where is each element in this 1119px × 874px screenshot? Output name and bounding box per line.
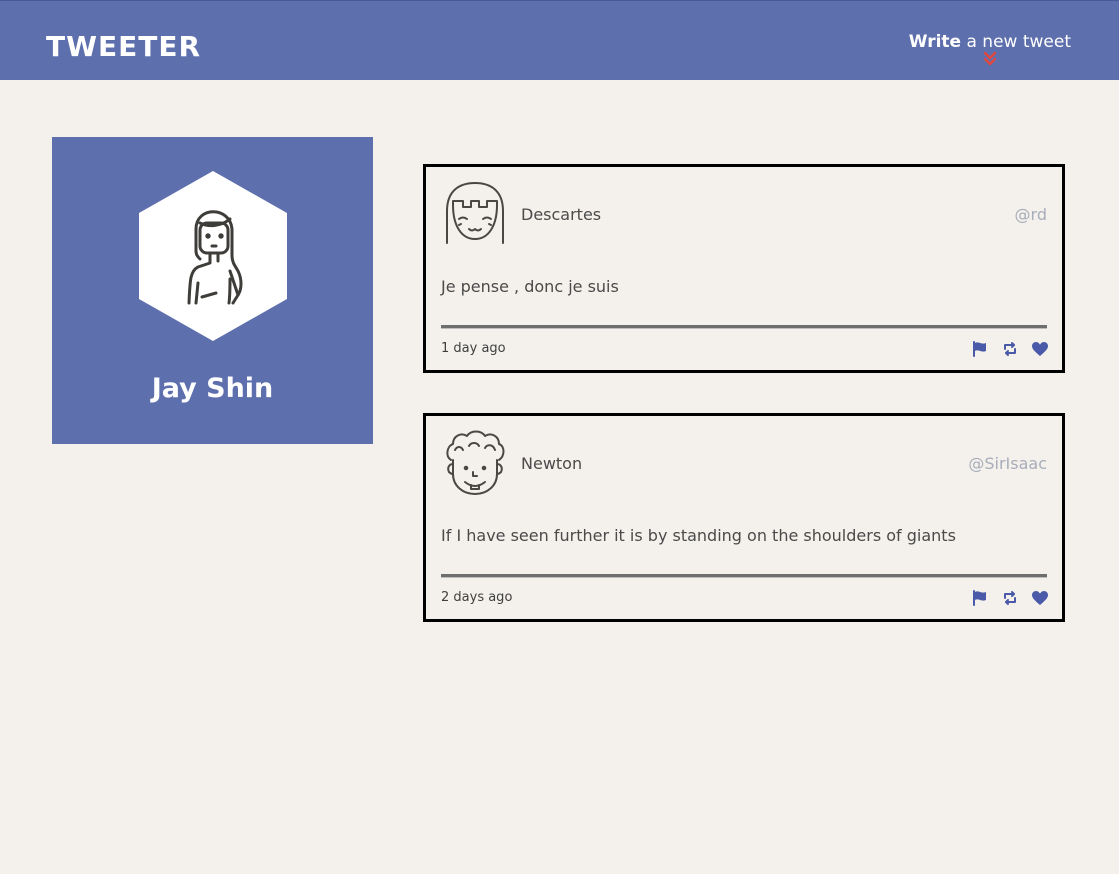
compose-label: Write a new tweet xyxy=(909,31,1071,53)
user-profile-card: Jay Shin xyxy=(52,137,373,444)
compose-label-strong: Write xyxy=(908,32,962,52)
curly-hair-avatar-icon xyxy=(446,430,505,495)
tweet-author-handle[interactable]: @rd xyxy=(1015,204,1047,226)
heart-icon[interactable] xyxy=(1031,341,1049,357)
tweet-divider xyxy=(441,325,1047,328)
user-avatar xyxy=(139,171,287,341)
girl-avatar-icon xyxy=(446,182,504,244)
compose-tweet-button[interactable]: Write a new tweet xyxy=(909,31,1071,67)
flag-icon[interactable] xyxy=(971,341,989,357)
tweet-divider xyxy=(441,574,1047,577)
tweet-content: If I have seen further it is by standing… xyxy=(441,526,956,545)
tweet-author-handle[interactable]: @SirIsaac xyxy=(968,453,1047,475)
tweet-actions xyxy=(971,340,1049,358)
tweet-actions xyxy=(971,589,1049,607)
profile-name: Jay Shin xyxy=(151,373,274,404)
tweet-author-name[interactable]: Descartes xyxy=(521,204,601,226)
tweet-content: Je pense , donc je suis xyxy=(441,277,619,296)
retweet-icon[interactable] xyxy=(1001,590,1019,606)
flag-icon[interactable] xyxy=(971,590,989,606)
retweet-icon[interactable] xyxy=(1001,341,1019,357)
brand-logo[interactable]: TWEETER xyxy=(46,29,201,65)
compose-label-rest: a new tweet xyxy=(961,32,1071,52)
heart-icon[interactable] xyxy=(1031,590,1049,606)
tweet-timestamp: 1 day ago xyxy=(441,341,506,356)
tweet-card: Descartes @rd Je pense , donc je suis 1 … xyxy=(423,164,1065,373)
tweet-timestamp: 2 days ago xyxy=(441,590,513,605)
top-navbar: TWEETER Write a new tweet xyxy=(0,0,1119,80)
tweet-author-name[interactable]: Newton xyxy=(521,453,582,475)
double-chevron-down-icon xyxy=(983,51,997,66)
tweet-card: Newton @SirIsaac If I have seen further … xyxy=(423,413,1065,622)
